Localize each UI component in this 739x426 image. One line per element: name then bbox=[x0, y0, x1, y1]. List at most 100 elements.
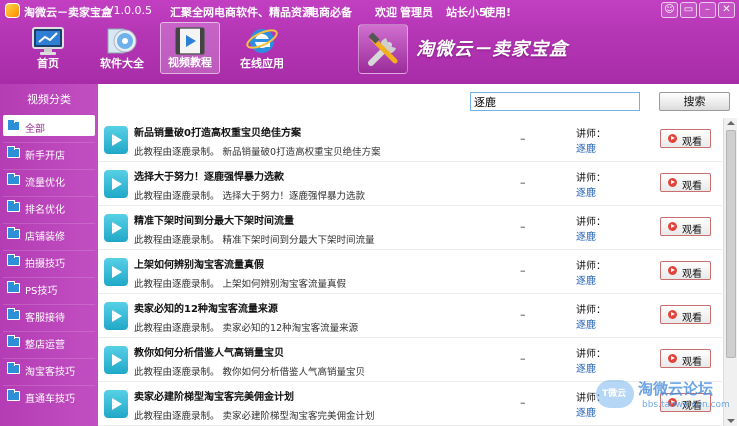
lecturer-name[interactable]: 逐鹿 bbox=[576, 316, 596, 331]
nav-online-label: 在线应用 bbox=[240, 57, 284, 70]
category-through-train[interactable]: 直通车技巧 bbox=[3, 385, 95, 406]
watch-button[interactable]: 观看 bbox=[660, 261, 711, 280]
video-description: 此教程由逐鹿录制。 卖家必建阶梯型淘宝客完美佣金计划 bbox=[134, 411, 375, 422]
lecturer-label: 讲师： bbox=[576, 217, 606, 228]
folder-icon bbox=[7, 146, 20, 158]
member-name[interactable]: 站长小5 bbox=[446, 4, 487, 20]
lecturer-label: 讲师： bbox=[576, 393, 606, 404]
play-icon[interactable] bbox=[104, 346, 128, 374]
watch-label: 观看 bbox=[682, 313, 702, 324]
play-icon[interactable] bbox=[104, 390, 128, 418]
search-button[interactable]: 搜索 bbox=[659, 92, 730, 111]
category-label: PS技巧 bbox=[25, 286, 58, 297]
lecturer-name[interactable]: 逐鹿 bbox=[576, 228, 596, 243]
scroll-thumb[interactable] bbox=[726, 130, 736, 358]
lecturer-label: 讲师： bbox=[576, 261, 606, 272]
lecturer-name[interactable]: 逐鹿 bbox=[576, 272, 596, 287]
folder-icon bbox=[7, 200, 20, 212]
app-slogan: 汇聚全网电商软件、精品资源 bbox=[170, 6, 313, 19]
video-title[interactable]: 上架如何辨别淘宝客流量真假 bbox=[134, 256, 264, 271]
play-icon[interactable] bbox=[104, 302, 128, 330]
title-bar: 淘微云－卖家宝盒 V1.0.0.5 汇聚全网电商软件、精品资源 电商必备 欢迎 … bbox=[0, 0, 739, 22]
play-icon[interactable] bbox=[104, 214, 128, 242]
nav-video-tutorials[interactable]: 视频教程 bbox=[160, 22, 220, 74]
category-label: 客服接待 bbox=[25, 313, 65, 324]
watch-button[interactable]: 观看 bbox=[660, 305, 711, 324]
nav-home[interactable]: 首页 bbox=[20, 22, 76, 74]
watch-label: 观看 bbox=[682, 181, 702, 192]
video-duration: – bbox=[520, 396, 526, 409]
category-taoke[interactable]: 淘宝客技巧 bbox=[3, 358, 95, 379]
scroll-down-icon[interactable] bbox=[726, 416, 736, 426]
close-icon[interactable]: ✕ bbox=[718, 2, 735, 18]
watch-button[interactable]: 观看 bbox=[660, 217, 711, 236]
category-photography[interactable]: 拍摄技巧 bbox=[3, 250, 95, 271]
category-ranking[interactable]: 排名优化 bbox=[3, 196, 95, 217]
video-row: 新品销量破0打造高权重宝贝绝佳方案 此教程由逐鹿录制。 新品销量破0打造高权重宝… bbox=[98, 118, 722, 162]
nav-software[interactable]: 软件大全 bbox=[90, 22, 154, 74]
category-label: 全部 bbox=[25, 124, 45, 135]
category-ps[interactable]: PS技巧 bbox=[3, 277, 95, 298]
welcome-text: 欢迎 bbox=[375, 6, 397, 19]
video-duration: – bbox=[520, 352, 526, 365]
tools-icon bbox=[358, 24, 408, 74]
play-icon[interactable] bbox=[104, 126, 128, 154]
minimize-icon[interactable]: – bbox=[699, 2, 716, 18]
video-description: 此教程由逐鹿录制。 选择大于努力！逐鹿强悍暴力选款 bbox=[134, 191, 366, 202]
category-decoration[interactable]: 店铺装修 bbox=[3, 223, 95, 244]
search-input[interactable] bbox=[470, 92, 640, 111]
lecturer-name[interactable]: 逐鹿 bbox=[576, 184, 596, 199]
watch-button[interactable]: 观看 bbox=[660, 173, 711, 192]
watch-button[interactable]: 观看 bbox=[660, 349, 711, 368]
category-label: 新手开店 bbox=[25, 151, 65, 162]
lecturer-name[interactable]: 逐鹿 bbox=[576, 404, 596, 419]
video-title[interactable]: 卖家必建阶梯型淘宝客完美佣金计划 bbox=[134, 388, 294, 403]
video-duration: – bbox=[520, 176, 526, 189]
play-circle-icon bbox=[668, 222, 677, 231]
app-slogan-2: 电商必备 bbox=[308, 6, 352, 19]
nav-software-label: 软件大全 bbox=[100, 57, 144, 70]
video-title[interactable]: 选择大于努力！逐鹿强悍暴力选款 bbox=[134, 168, 284, 183]
video-row: 上架如何辨别淘宝客流量真假 此教程由逐鹿录制。 上架如何辨别淘宝客流量真假 – … bbox=[98, 250, 722, 294]
video-title[interactable]: 精准下架时间到分最大下架时间流量 bbox=[134, 212, 294, 227]
play-circle-icon bbox=[668, 310, 677, 319]
lecturer-name[interactable]: 逐鹿 bbox=[576, 140, 596, 155]
app-logo-icon bbox=[5, 3, 20, 18]
play-circle-icon bbox=[668, 266, 677, 275]
video-row: 教你如何分析借鉴人气高销量宝贝 此教程由逐鹿录制。 教你如何分析借鉴人气高销量宝… bbox=[98, 338, 722, 382]
folder-icon bbox=[7, 119, 20, 131]
category-store-operation[interactable]: 整店运营 bbox=[3, 331, 95, 352]
content-panel: 搜索 新品销量破0打造高权重宝贝绝佳方案 此教程由逐鹿录制。 新品销量破0打造高… bbox=[98, 84, 739, 426]
play-icon[interactable] bbox=[104, 258, 128, 286]
play-circle-icon bbox=[668, 398, 677, 407]
folder-icon bbox=[7, 227, 20, 239]
video-row: 卖家必建阶梯型淘宝客完美佣金计划 此教程由逐鹿录制。 卖家必建阶梯型淘宝客完美佣… bbox=[98, 382, 722, 426]
category-label: 排名优化 bbox=[25, 205, 65, 216]
use-text: 使用! bbox=[484, 6, 512, 19]
video-title[interactable]: 卖家必知的12种淘宝客流量来源 bbox=[134, 300, 278, 315]
folder-icon bbox=[7, 281, 20, 293]
video-title[interactable]: 教你如何分析借鉴人气高销量宝贝 bbox=[134, 344, 284, 359]
category-label: 淘宝客技巧 bbox=[25, 367, 75, 378]
scroll-up-icon[interactable] bbox=[726, 118, 736, 128]
watch-label: 观看 bbox=[682, 225, 702, 236]
user-name[interactable]: 管理员 bbox=[400, 4, 433, 20]
category-new-store[interactable]: 新手开店 bbox=[3, 142, 95, 163]
video-list: 新品销量破0打造高权重宝贝绝佳方案 此教程由逐鹿录制。 新品销量破0打造高权重宝… bbox=[98, 118, 722, 426]
nav-video-label: 视频教程 bbox=[168, 56, 212, 69]
category-traffic[interactable]: 流量优化 bbox=[3, 169, 95, 190]
category-all[interactable]: 全部 bbox=[3, 115, 95, 136]
category-label: 直通车技巧 bbox=[25, 394, 75, 405]
category-customer-service[interactable]: 客服接待 bbox=[3, 304, 95, 325]
play-icon[interactable] bbox=[104, 170, 128, 198]
watch-button[interactable]: 观看 bbox=[660, 393, 711, 412]
watch-button[interactable]: 观看 bbox=[660, 129, 711, 148]
watch-label: 观看 bbox=[682, 401, 702, 412]
menu-icon[interactable]: ▭ bbox=[680, 2, 697, 18]
play-circle-icon bbox=[668, 178, 677, 187]
lecturer-name[interactable]: 逐鹿 bbox=[576, 360, 596, 375]
nav-online-apps[interactable]: 在线应用 bbox=[230, 22, 294, 74]
video-title[interactable]: 新品销量破0打造高权重宝贝绝佳方案 bbox=[134, 124, 301, 139]
skin-icon[interactable]: ☺ bbox=[661, 2, 678, 18]
list-scrollbar[interactable] bbox=[723, 118, 737, 426]
